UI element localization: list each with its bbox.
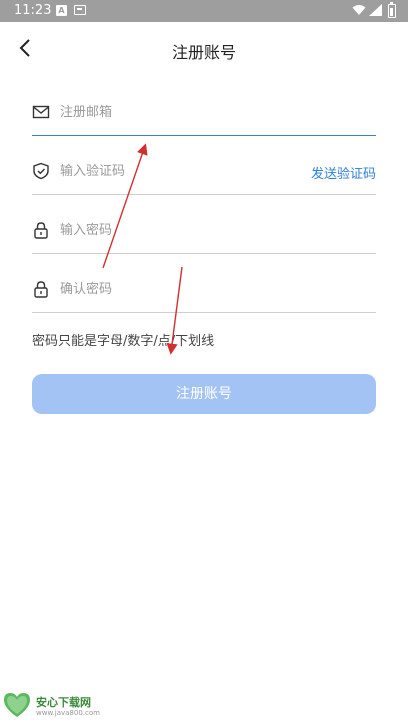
heart-logo-icon [4, 693, 30, 717]
watermark: 安心下载网 www.java800.com [0, 690, 140, 725]
watermark-url: www.java800.com [36, 709, 100, 717]
watermark-name: 安心下载网 [36, 696, 91, 709]
annotation-arrow-up [102, 143, 148, 269]
annotation-arrows [102, 143, 183, 355]
annotation-arrow-down [166, 266, 183, 355]
